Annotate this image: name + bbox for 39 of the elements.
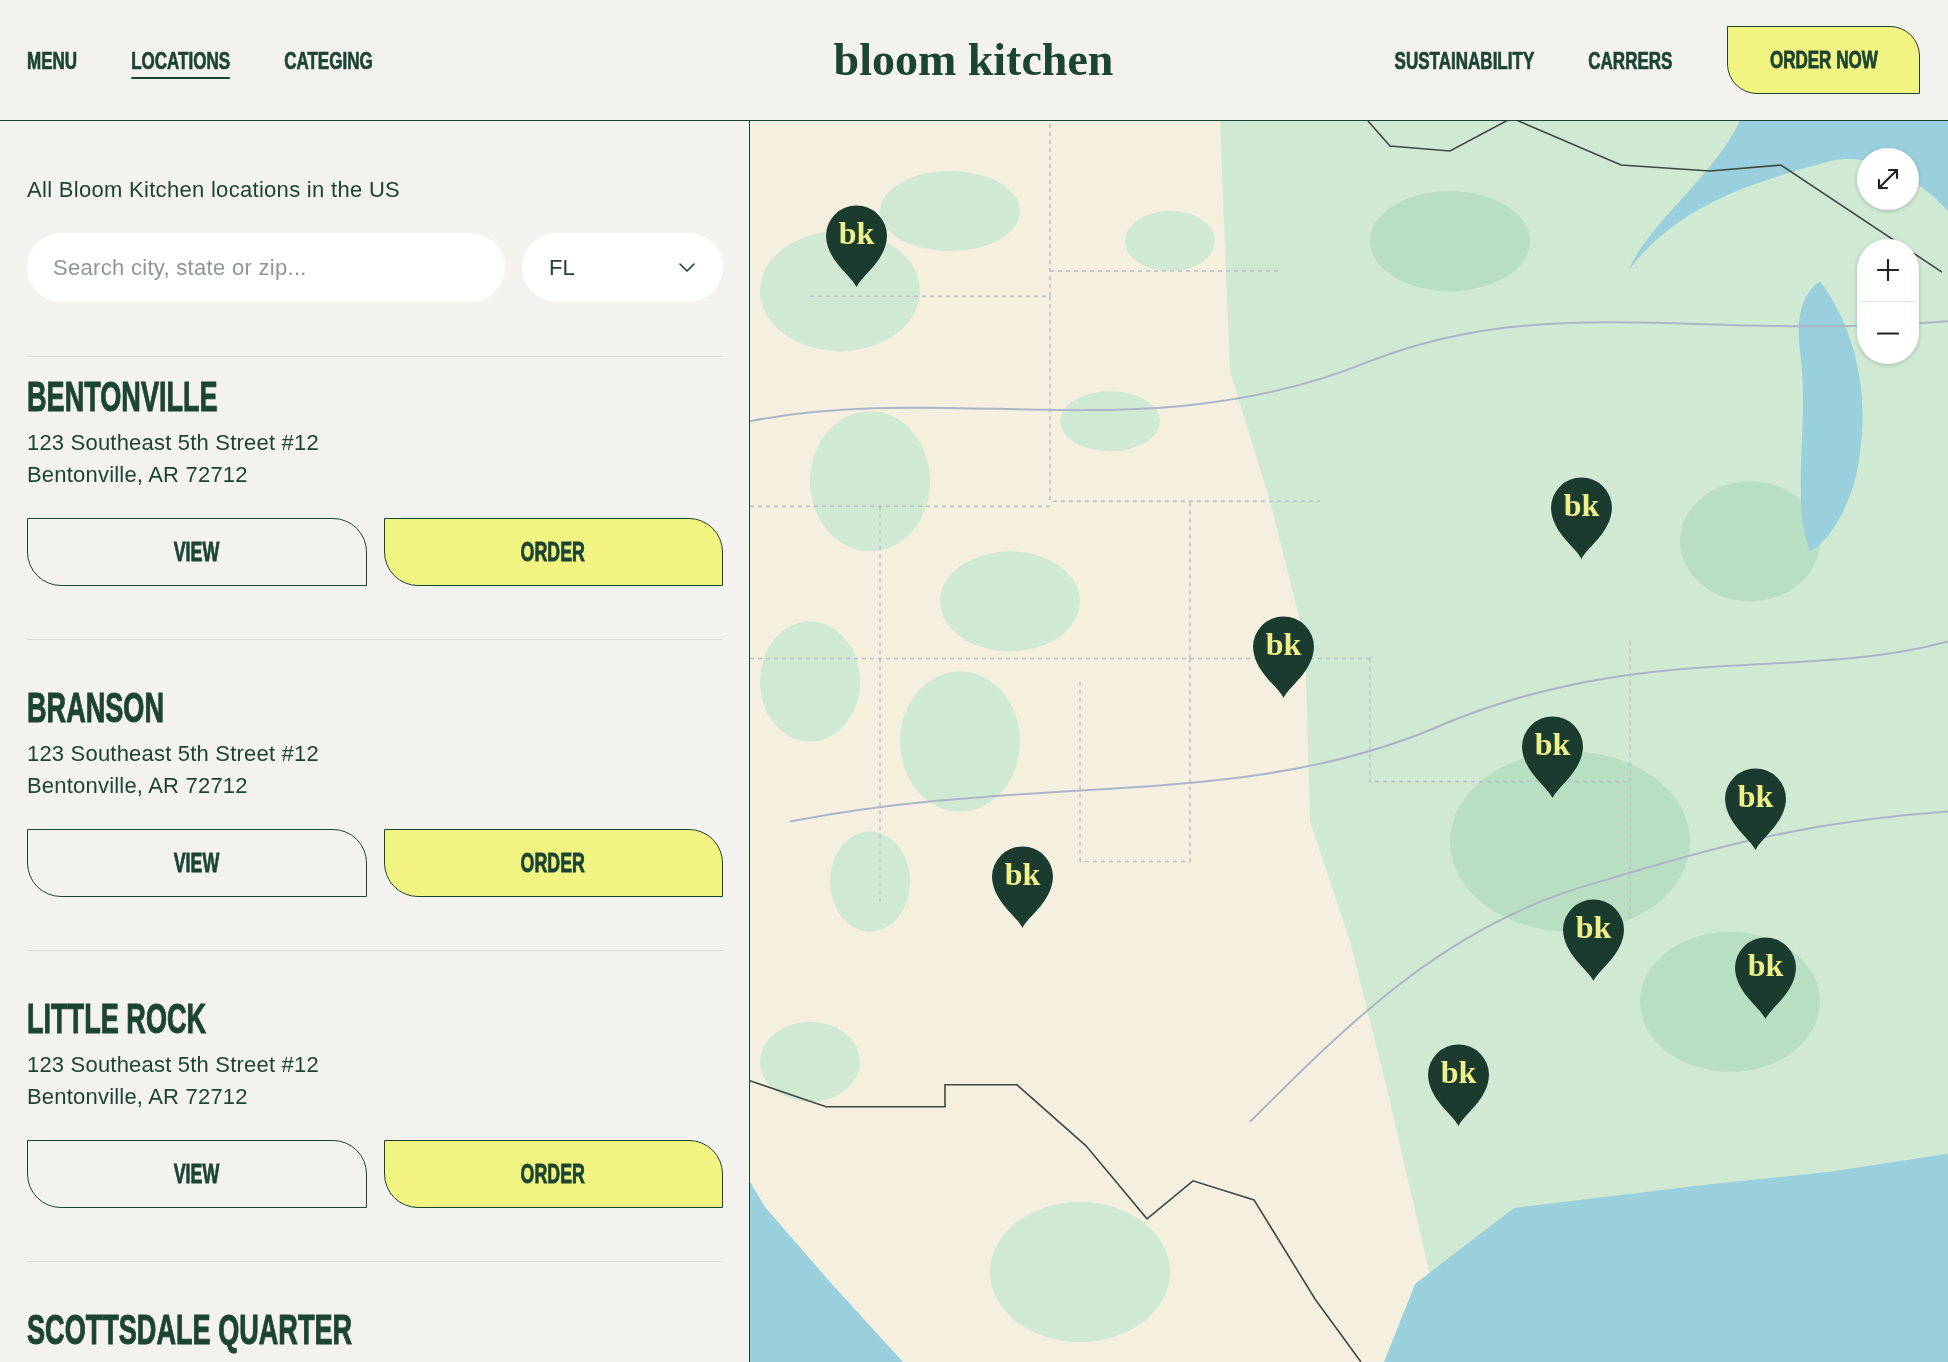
intro-text: All Bloom Kitchen locations in the US <box>27 178 402 202</box>
map-pin[interactable]: bk <box>1427 1042 1490 1126</box>
chevron-down-icon <box>679 263 695 272</box>
nav-link[interactable]: CATEGING <box>284 41 373 79</box>
address-line: 123 Southeast 5th Street #12 <box>27 429 320 457</box>
nav-link[interactable]: MENU <box>27 41 78 79</box>
nav-link[interactable]: LOCATIONS <box>131 41 231 79</box>
address-line: 123 Southeast 5th Street #12 <box>27 1051 320 1079</box>
map-pin[interactable]: bk <box>1521 714 1584 798</box>
order-button[interactable]: ORDER <box>383 518 723 586</box>
address-line: Bentonville, AR 72712 <box>27 1083 249 1111</box>
expand-icon <box>1877 168 1899 190</box>
state-select[interactable]: FL <box>522 233 723 302</box>
brand-logo[interactable]: bloom kitchen <box>833 37 1114 83</box>
map-pin[interactable]: bk <box>1724 766 1787 850</box>
map-pin[interactable]: bk <box>1252 614 1315 698</box>
view-button[interactable]: VIEW <box>27 829 367 897</box>
map-pin[interactable]: bk <box>991 844 1054 928</box>
location-name: BENTONVILLE <box>27 376 218 418</box>
nav-link[interactable]: SUSTAINABILITY <box>1394 41 1534 79</box>
location-name: LITTLE ROCK <box>27 998 207 1040</box>
plus-icon <box>1877 259 1899 281</box>
map-pin[interactable]: bk <box>1550 475 1613 559</box>
order-button[interactable]: ORDER <box>383 1140 723 1208</box>
address-line: 123 Southeast 5th Street #12 <box>27 740 320 768</box>
map-pin[interactable]: bk <box>1734 935 1797 1019</box>
map-pin[interactable]: bk <box>1562 897 1625 981</box>
location-name: SCOTTSDALE QUARTER <box>27 1309 353 1351</box>
order-now-button[interactable]: ORDER NOW <box>1727 26 1920 94</box>
map-pin[interactable]: bk <box>825 203 888 287</box>
address-line: Bentonville, AR 72712 <box>27 772 249 800</box>
search-field[interactable]: Search city, state or zip... <box>27 233 505 302</box>
location-name: BRANSON <box>27 687 164 729</box>
view-button[interactable]: VIEW <box>27 1140 367 1208</box>
minus-icon <box>1877 331 1899 335</box>
view-button[interactable]: VIEW <box>27 518 367 586</box>
order-button[interactable]: ORDER <box>383 829 723 897</box>
nav-link[interactable]: CARRERS <box>1587 41 1672 79</box>
address-line: Bentonville, AR 72712 <box>27 461 249 489</box>
